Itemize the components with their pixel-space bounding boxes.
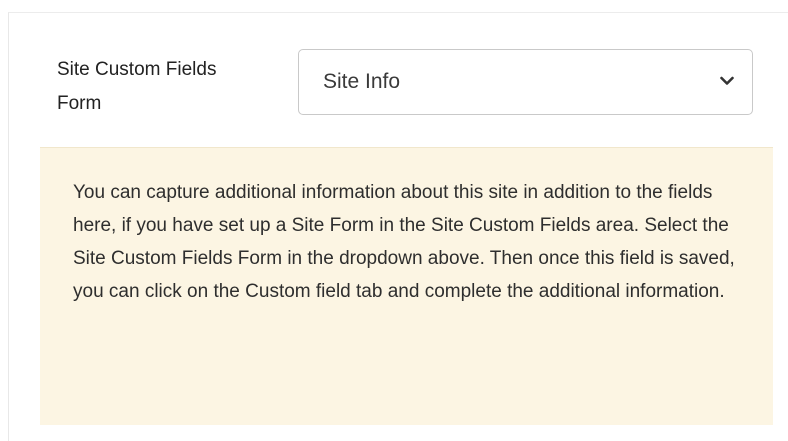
- select-value: Site Info: [323, 70, 401, 93]
- info-text: You can capture additional information a…: [73, 182, 735, 302]
- site-custom-fields-form-select[interactable]: Site Info: [298, 49, 753, 115]
- chevron-down-icon: [720, 76, 734, 85]
- site-custom-fields-form-label: Site Custom Fields Form: [57, 59, 217, 114]
- info-callout: You can capture additional information a…: [40, 147, 773, 425]
- site-custom-fields-panel: Site Custom Fields Form Site Info You ca…: [8, 12, 788, 441]
